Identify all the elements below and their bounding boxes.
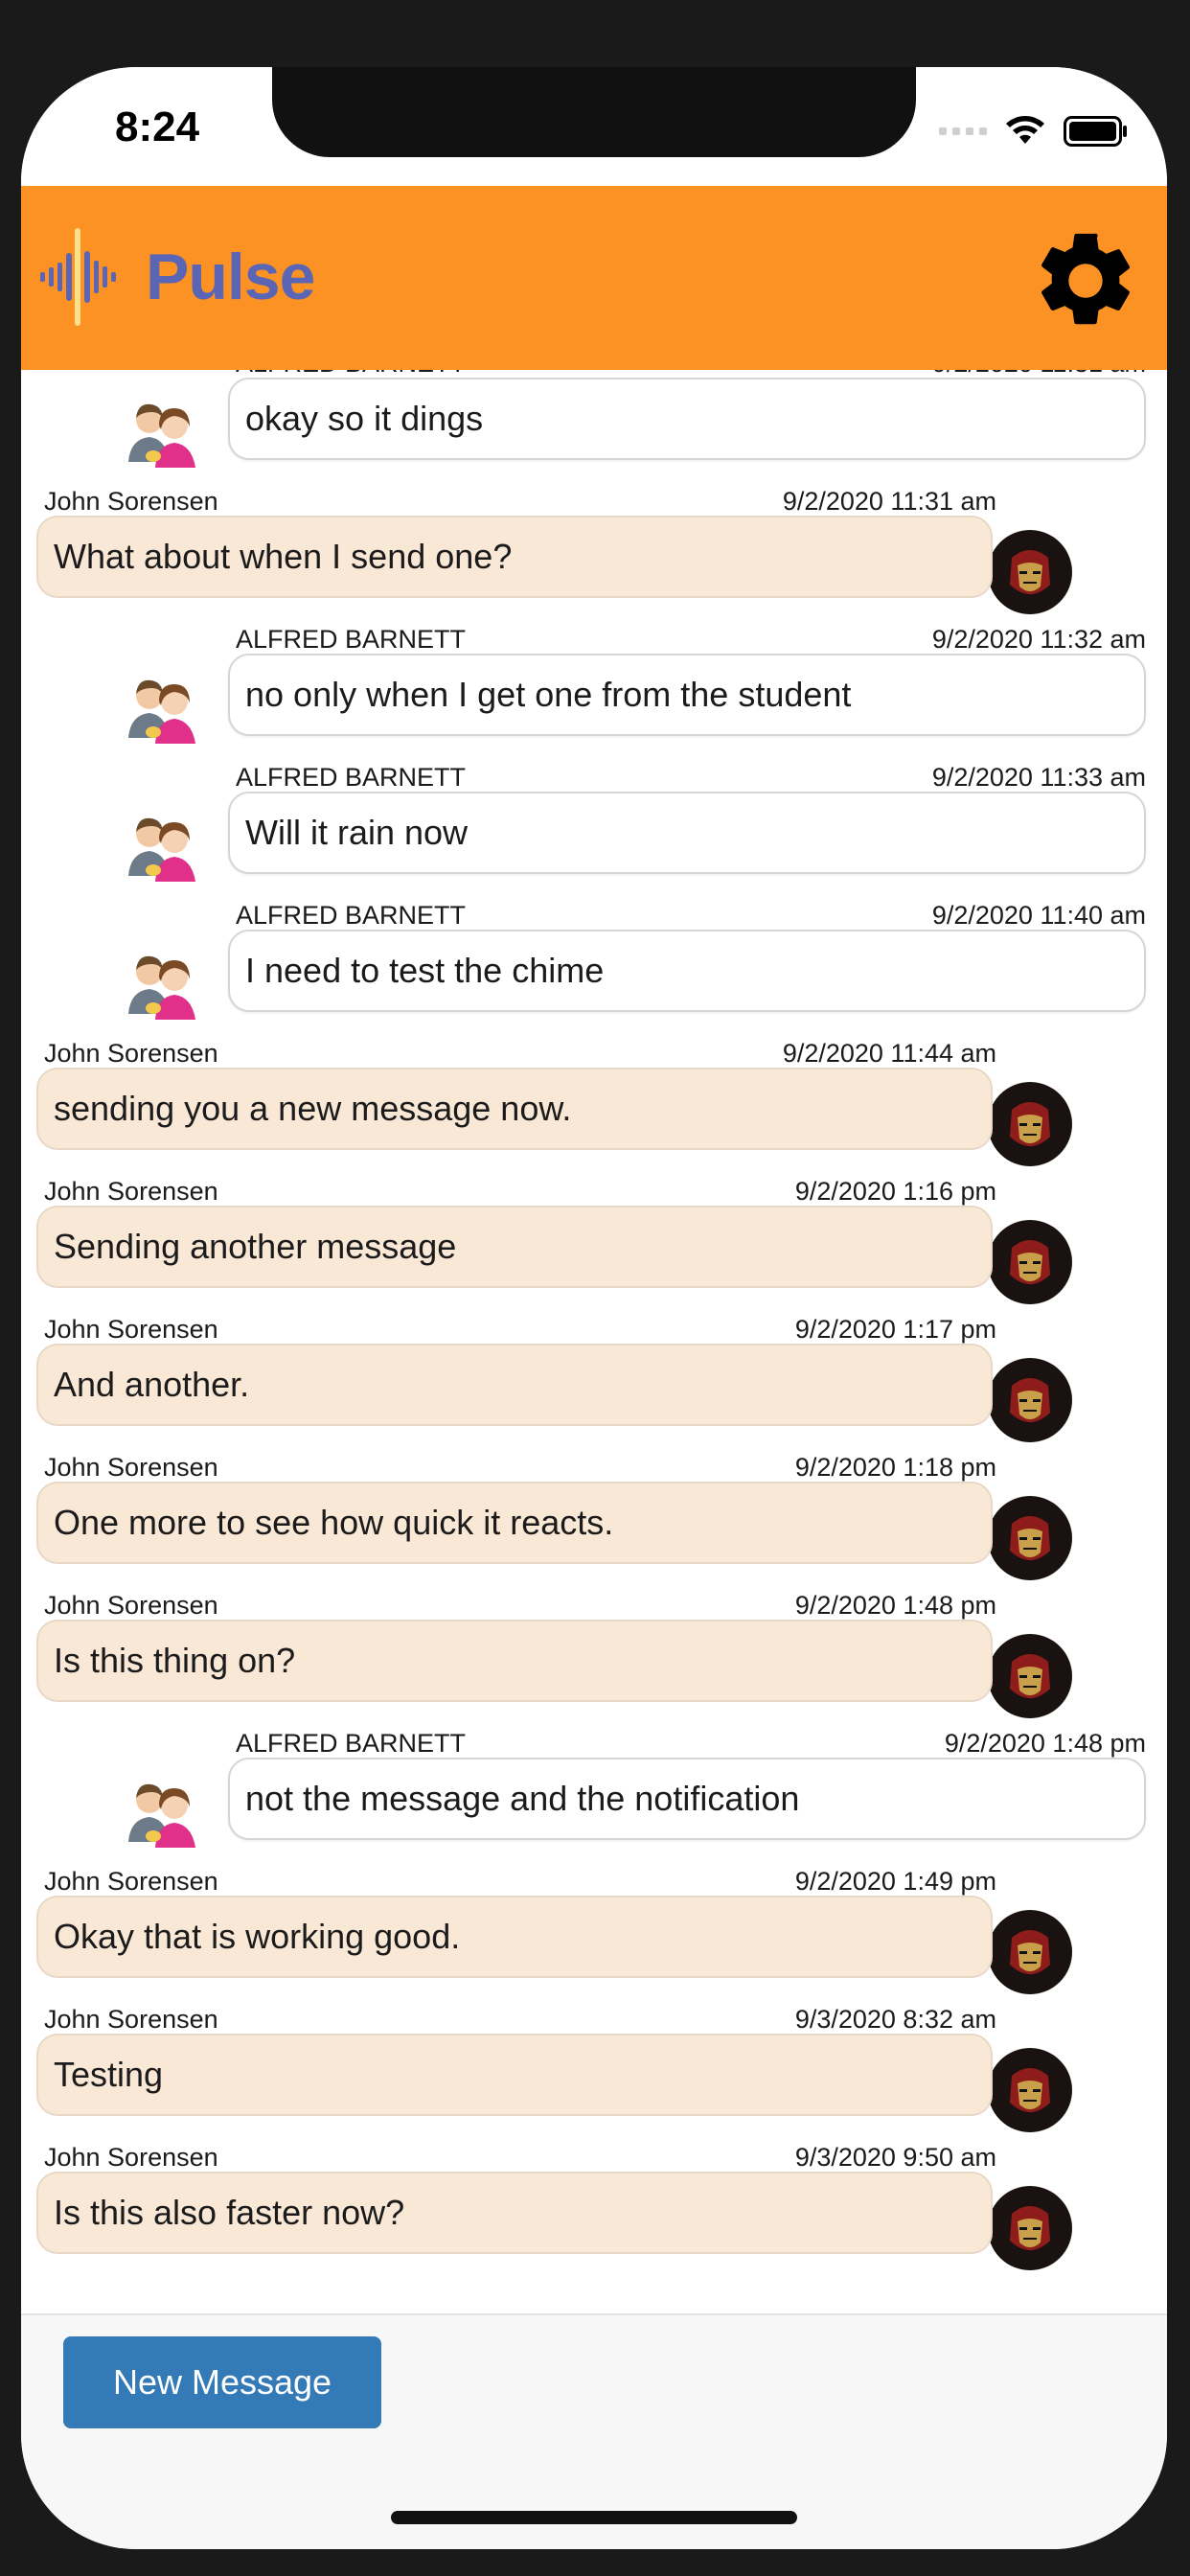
outgoing-message: John Sorensen 9/3/2020 9:50 am Is this al… — [21, 2143, 1167, 2277]
message-bubble[interactable]: And another. — [36, 1344, 993, 1426]
battery-icon — [1064, 116, 1127, 147]
settings-button[interactable] — [1029, 224, 1142, 337]
message-bubble[interactable]: okay so it dings — [228, 378, 1146, 460]
message-sender: John Sorensen — [44, 2143, 218, 2172]
message-timestamp: 9/3/2020 8:32 am — [794, 2005, 996, 2034]
user-avatar-icon — [987, 2047, 1073, 2133]
message-bubble[interactable]: no only when I get one from the student — [228, 654, 1146, 736]
notch — [272, 67, 916, 157]
pulse-logo: Pulse — [36, 224, 315, 330]
message-bubble[interactable]: Sending another message — [36, 1206, 993, 1288]
message-bubble[interactable]: Is this thing on? — [36, 1620, 993, 1702]
contact-avatar-icon — [119, 667, 205, 753]
message-timestamp: 9/2/2020 1:49 pm — [794, 1867, 996, 1896]
message-sender: John Sorensen — [44, 2005, 218, 2034]
message-timestamp: 9/3/2020 9:50 am — [794, 2143, 996, 2172]
new-message-button[interactable]: New Message — [63, 2336, 381, 2428]
phone-screen: 8:24 Pulse okay so it dings John Sorense… — [21, 67, 1167, 2549]
message-bubble[interactable]: What about when I send one? — [36, 516, 993, 598]
message-list[interactable]: ALFRED BARNETT 9/2/2020 11:31 am okay so … — [21, 370, 1167, 2313]
message-bubble[interactable]: Is this also faster now? — [36, 2172, 993, 2254]
message-sender: ALFRED BARNETT — [236, 1729, 467, 1758]
contact-avatar-icon — [119, 1771, 205, 1857]
status-icons — [939, 115, 1129, 148]
message-bubble[interactable]: sending you a new message now. — [36, 1068, 993, 1150]
message-timestamp: 9/2/2020 1:18 pm — [794, 1453, 996, 1482]
message-bubble[interactable]: I need to test the chime — [228, 930, 1146, 1012]
app-header: Pulse — [21, 186, 1167, 370]
message-sender: John Sorensen — [44, 1591, 218, 1620]
contact-avatar-icon — [119, 943, 205, 1029]
message-sender: John Sorensen — [44, 1867, 218, 1896]
message-bubble[interactable]: Okay that is working good. — [36, 1896, 993, 1978]
message-timestamp: 9/2/2020 1:17 pm — [794, 1315, 996, 1344]
message-timestamp: 9/2/2020 11:31 am — [782, 487, 996, 516]
message-sender: John Sorensen — [44, 1453, 218, 1482]
contact-avatar-icon — [119, 391, 205, 477]
user-avatar-icon — [987, 1219, 1073, 1305]
message-sender: John Sorensen — [44, 1315, 218, 1344]
incoming-message: ALFRED BARNETT9/2/2020 11:31 am okay so … — [21, 370, 1167, 483]
outgoing-message: John Sorensen 9/2/2020 11:44 am sending y… — [21, 1039, 1167, 1173]
message-sender: ALFRED BARNETT — [236, 625, 467, 654]
user-avatar-icon — [987, 1909, 1073, 1995]
outgoing-message: John Sorensen 9/2/2020 1:18 pm One more t… — [21, 1453, 1167, 1587]
waveform-icon — [40, 228, 116, 326]
message-sender: John Sorensen — [44, 1039, 218, 1068]
message-timestamp: 9/2/2020 11:32 am — [931, 625, 1146, 654]
logo-text: Pulse — [146, 241, 315, 313]
message-sender: ALFRED BARNETT — [236, 901, 467, 930]
phone-device: 8:24 Pulse okay so it dings John Sorense… — [0, 0, 1190, 2576]
incoming-message: ALFRED BARNETT 9/2/2020 11:40 am I need t… — [21, 901, 1167, 1035]
gear-icon — [1041, 233, 1130, 325]
user-avatar-icon — [987, 1633, 1073, 1719]
outgoing-message: John Sorensen 9/2/2020 1:48 pm Is this th… — [21, 1591, 1167, 1725]
message-bubble[interactable]: One more to see how quick it reacts. — [36, 1482, 993, 1564]
user-avatar-icon — [987, 1357, 1073, 1443]
outgoing-message: John Sorensen 9/2/2020 11:31 am What abou… — [21, 487, 1167, 621]
outgoing-message: John Sorensen 9/2/2020 1:16 pm Sending an… — [21, 1177, 1167, 1311]
wifi-icon — [1006, 116, 1044, 144]
message-bubble[interactable]: Will it rain now — [228, 792, 1146, 874]
status-time: 8:24 — [115, 104, 200, 150]
user-avatar-icon — [987, 529, 1073, 615]
message-bubble[interactable]: Testing — [36, 2034, 993, 2116]
message-sender: ALFRED BARNETT — [236, 763, 467, 792]
user-avatar-icon — [987, 2185, 1073, 2271]
message-timestamp: 9/2/2020 1:48 pm — [944, 1729, 1146, 1758]
user-avatar-icon — [987, 1081, 1073, 1167]
message-timestamp: 9/2/2020 11:33 am — [931, 763, 1146, 792]
message-sender: John Sorensen — [44, 1177, 218, 1206]
user-avatar-icon — [987, 1495, 1073, 1581]
outgoing-message: John Sorensen 9/2/2020 1:17 pm And anothe… — [21, 1315, 1167, 1449]
message-sender: John Sorensen — [44, 487, 218, 516]
message-timestamp: 9/2/2020 1:16 pm — [794, 1177, 996, 1206]
contact-avatar-icon — [119, 805, 205, 891]
incoming-message: ALFRED BARNETT 9/2/2020 1:48 pm not the m… — [21, 1729, 1167, 1863]
cellular-signal-icon — [939, 127, 987, 135]
incoming-message: ALFRED BARNETT 9/2/2020 11:33 am Will it … — [21, 763, 1167, 897]
home-indicator — [391, 2511, 797, 2524]
message-timestamp: 9/2/2020 11:44 am — [782, 1039, 996, 1068]
message-bubble[interactable]: not the message and the notification — [228, 1758, 1146, 1840]
message-timestamp: 9/2/2020 1:48 pm — [794, 1591, 996, 1620]
outgoing-message: John Sorensen 9/2/2020 1:49 pm Okay that … — [21, 1867, 1167, 2001]
incoming-message: ALFRED BARNETT 9/2/2020 11:32 am no only … — [21, 625, 1167, 759]
outgoing-message: John Sorensen 9/3/2020 8:32 am Testing — [21, 2005, 1167, 2139]
message-timestamp: 9/2/2020 11:40 am — [931, 901, 1146, 930]
